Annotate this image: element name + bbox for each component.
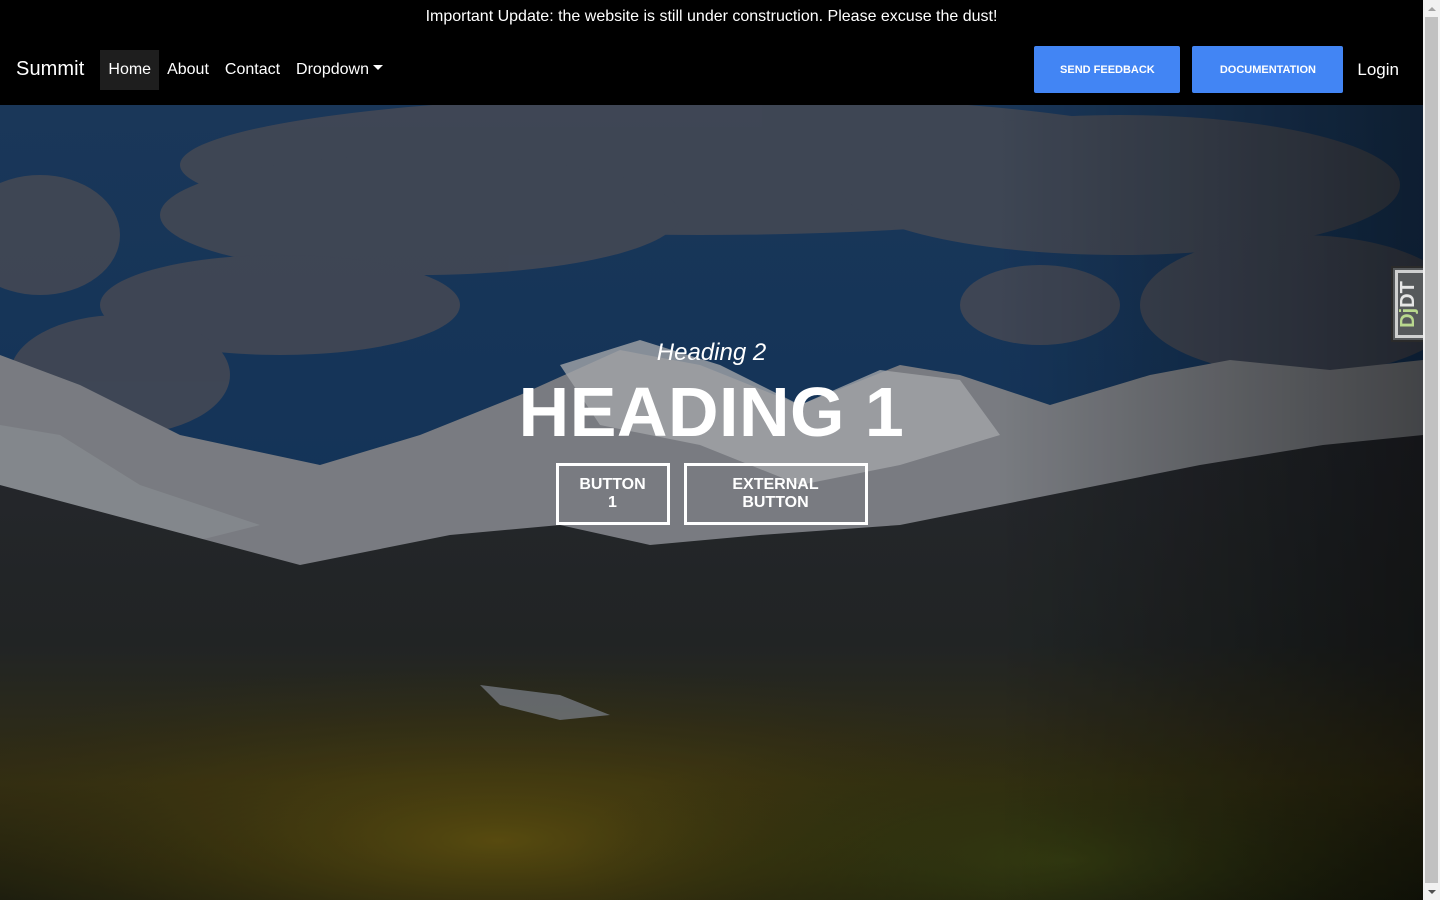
nav-right: SEND FEEDBACK DOCUMENTATION Login — [1034, 46, 1407, 93]
hero-buttons: BUTTON 1 EXTERNAL BUTTON — [0, 463, 1423, 525]
button-1[interactable]: BUTTON 1 — [555, 463, 670, 525]
scroll-thumb[interactable] — [1425, 17, 1438, 883]
external-button[interactable]: EXTERNAL BUTTON — [683, 463, 868, 525]
nav-dropdown[interactable]: Dropdown — [288, 50, 391, 90]
login-link[interactable]: Login — [1357, 60, 1399, 80]
documentation-button[interactable]: DOCUMENTATION — [1192, 46, 1344, 93]
nav-dropdown-label: Dropdown — [296, 60, 369, 78]
hero-section: Heading 2 HEADING 1 BUTTON 1 EXTERNAL BU… — [0, 105, 1423, 900]
nav-about-label: About — [167, 60, 209, 78]
nav-home-label: Home — [108, 60, 152, 78]
caret-down-icon — [372, 65, 383, 70]
arrow-down-icon — [1427, 889, 1436, 894]
scroll-up-button[interactable] — [1423, 0, 1440, 17]
vertical-scrollbar[interactable] — [1423, 0, 1440, 900]
page: Important Update: the website is still u… — [0, 0, 1423, 900]
djdt-suffix: DT — [1396, 280, 1419, 308]
scroll-down-button[interactable] — [1423, 883, 1440, 900]
nav-about[interactable]: About — [159, 50, 217, 90]
brand-logo[interactable]: Summit — [16, 58, 84, 81]
navbar: Summit Home About Contact Dropdown SEND … — [0, 34, 1423, 105]
announcement-text: Important Update: the website is still u… — [425, 8, 998, 25]
hero-content: Heading 2 HEADING 1 BUTTON 1 EXTERNAL BU… — [0, 337, 1423, 525]
nav-home[interactable]: Home — [100, 49, 160, 90]
hero-heading-1: HEADING 1 — [518, 373, 905, 451]
nav-contact-label: Contact — [224, 60, 281, 78]
hero-heading-2: Heading 2 — [656, 339, 767, 366]
djdt-prefix: Dj — [1396, 307, 1419, 328]
debug-toolbar-handle[interactable]: DjDT — [1391, 266, 1423, 342]
nav-links: Home About Contact Dropdown — [100, 49, 391, 90]
arrow-up-icon — [1427, 6, 1436, 11]
send-feedback-button[interactable]: SEND FEEDBACK — [1034, 46, 1181, 93]
djdt-logo-icon: DjDT — [1397, 281, 1420, 328]
nav-contact[interactable]: Contact — [217, 50, 288, 90]
announcement-bar: Important Update: the website is still u… — [0, 0, 1423, 34]
